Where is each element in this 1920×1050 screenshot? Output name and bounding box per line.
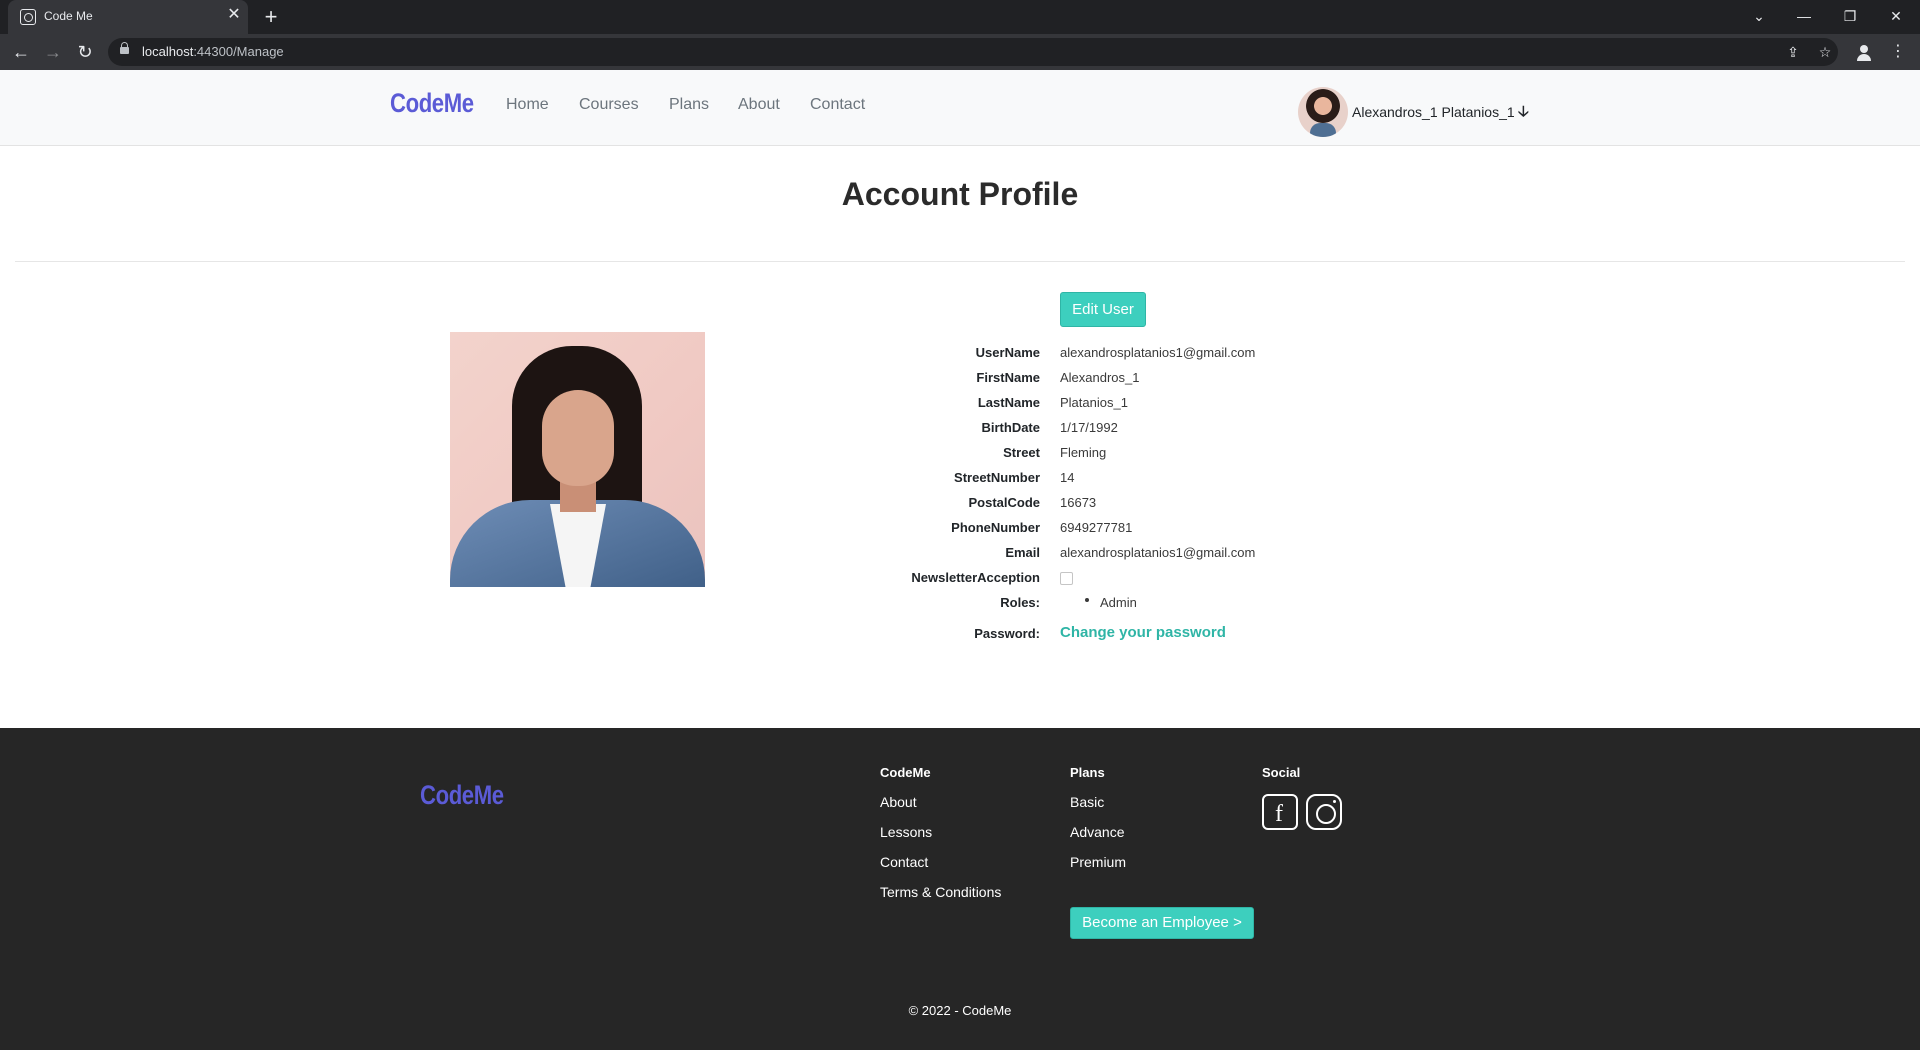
close-tab-icon[interactable]: ✕ — [224, 5, 244, 25]
tab-title: Code Me — [44, 9, 93, 23]
detail-label-lastname: LastName — [977, 395, 1040, 410]
site-navbar: CodeMe Home Courses Plans About Contact … — [0, 70, 1920, 146]
restore-icon[interactable]: ❐ — [1836, 4, 1864, 28]
become-employee-button[interactable]: Become an Employee > — [1070, 907, 1254, 939]
detail-value-streetnumber: 14 — [1060, 470, 1075, 485]
role-item-admin: Admin — [1100, 595, 1137, 610]
lock-icon[interactable] — [120, 42, 129, 57]
profile-photo — [450, 332, 705, 587]
bookmark-star-icon[interactable]: ☆ — [1816, 43, 1834, 61]
nav-link-home[interactable]: Home — [506, 96, 549, 114]
detail-label-newsletter: NewsletterAcception — [911, 570, 1040, 585]
close-window-icon[interactable]: ✕ — [1882, 4, 1910, 28]
minimize-icon[interactable]: — — [1790, 4, 1818, 28]
instagram-icon[interactable] — [1306, 794, 1342, 830]
site-favicon-icon — [20, 9, 36, 25]
page-title: Account Profile — [841, 176, 1079, 212]
footer-link-about[interactable]: About — [880, 794, 917, 810]
detail-label-streetnumber: StreetNumber — [954, 470, 1040, 485]
detail-label-firstname: FirstName — [976, 370, 1040, 385]
footer-link-contact[interactable]: Contact — [880, 854, 928, 870]
back-icon[interactable]: ← — [8, 39, 34, 65]
detail-value-firstname: Alexandros_1 — [1060, 370, 1140, 385]
new-tab-icon[interactable]: + — [258, 4, 284, 30]
detail-label-birthdate: BirthDate — [981, 420, 1040, 435]
copyright-text: © 2022 - CodeMe — [908, 1003, 1012, 1018]
detail-value-lastname: Platanios_1 — [1060, 395, 1128, 410]
brand-logo[interactable]: CodeMe — [390, 88, 474, 119]
avatar[interactable] — [1298, 87, 1348, 137]
detail-value-email: alexandrosplatanios1@gmail.com — [1060, 545, 1256, 560]
user-name[interactable]: Alexandros_1 Platanios_1 — [1352, 104, 1515, 120]
browser-tab[interactable]: Code Me ✕ — [8, 0, 248, 34]
facebook-icon[interactable]: f — [1262, 794, 1298, 830]
share-icon[interactable]: ⇪ — [1784, 43, 1802, 61]
nav-link-about[interactable]: About — [738, 96, 780, 114]
footer-heading-codeme: CodeMe — [880, 765, 931, 780]
tab-search-icon[interactable]: ⌄ — [1745, 4, 1773, 28]
newsletter-checkbox[interactable] — [1060, 572, 1073, 585]
detail-label-phonenumber: PhoneNumber — [951, 520, 1040, 535]
detail-value-postalcode: 16673 — [1060, 495, 1097, 510]
browser-toolbar: ← → ↻ localhost:44300/Manage ⇪ ☆ ⋮ — [0, 34, 1920, 70]
detail-value-street: Fleming — [1060, 445, 1107, 460]
footer-heading-plans: Plans — [1070, 765, 1105, 780]
role-bullet — [1085, 598, 1089, 602]
arrow-down-icon[interactable]: 🡣 — [1518, 101, 1529, 126]
nav-link-contact[interactable]: Contact — [810, 96, 865, 114]
footer-link-terms[interactable]: Terms & Conditions — [880, 884, 1001, 900]
address-bar[interactable]: localhost:44300/Manage ⇪ ☆ — [108, 38, 1838, 66]
nav-link-courses[interactable]: Courses — [579, 96, 639, 114]
detail-value-phonenumber: 6949277781 — [1060, 520, 1133, 535]
footer: CodeMe CodeMe About Lessons Contact Term… — [0, 728, 1920, 1050]
footer-heading-social: Social — [1262, 765, 1301, 780]
footer-link-advance[interactable]: Advance — [1070, 824, 1124, 840]
footer-brand-logo[interactable]: CodeMe — [420, 780, 504, 811]
detail-label-street: Street — [1003, 445, 1040, 460]
footer-link-premium[interactable]: Premium — [1070, 854, 1126, 870]
edit-user-button[interactable]: Edit User — [1060, 292, 1146, 327]
detail-label-roles: Roles: — [1000, 595, 1040, 610]
divider — [15, 261, 1905, 262]
reload-icon[interactable]: ↻ — [72, 39, 98, 65]
detail-label-email: Email — [1005, 545, 1040, 560]
detail-label-username: UserName — [975, 345, 1040, 360]
detail-label-password: Password: — [974, 626, 1040, 641]
browser-menu-icon[interactable]: ⋮ — [1888, 40, 1908, 64]
footer-link-lessons[interactable]: Lessons — [880, 824, 932, 840]
forward-icon[interactable]: → — [40, 39, 66, 65]
browser-profile-icon[interactable] — [1854, 42, 1874, 62]
browser-tab-bar: Code Me ✕ + ⌄ — ❐ ✕ — [0, 0, 1920, 34]
detail-value-birthdate: 1/17/1992 — [1060, 420, 1118, 435]
detail-label-postalcode: PostalCode — [968, 495, 1040, 510]
url-text[interactable]: localhost:44300/Manage — [142, 44, 284, 59]
detail-value-username: alexandrosplatanios1@gmail.com — [1060, 345, 1256, 360]
footer-link-basic[interactable]: Basic — [1070, 794, 1104, 810]
change-password-link[interactable]: Change your password — [1060, 624, 1226, 641]
nav-link-plans[interactable]: Plans — [669, 96, 709, 114]
